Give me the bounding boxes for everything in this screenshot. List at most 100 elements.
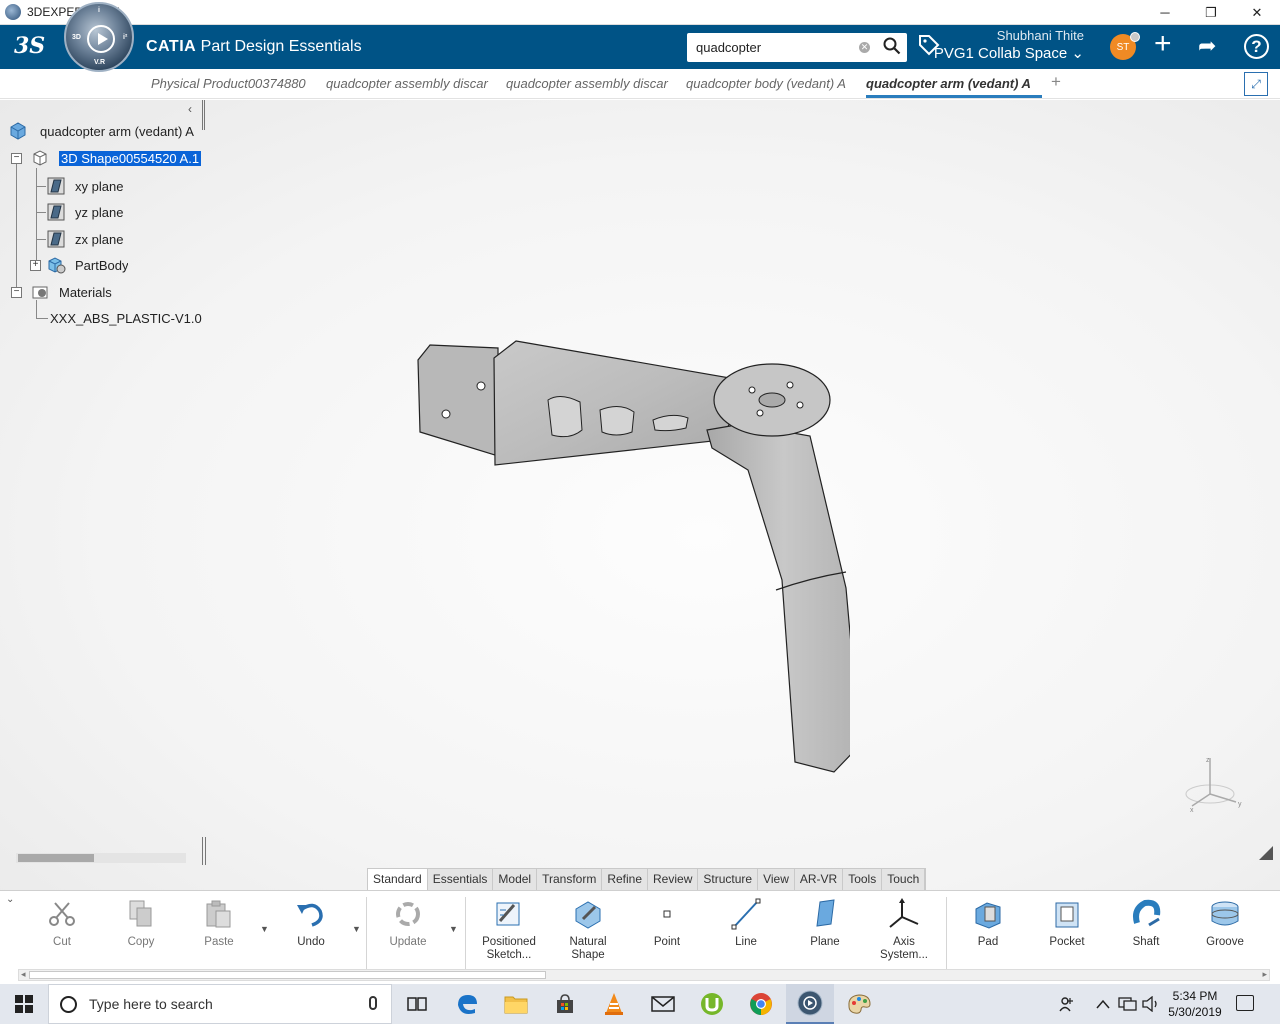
- cut-button[interactable]: Cut: [22, 897, 102, 949]
- action-center-icon[interactable]: [1236, 995, 1254, 1011]
- section-tab-structure[interactable]: Structure: [698, 869, 759, 890]
- update-dropdown-icon[interactable]: ▼: [449, 924, 458, 934]
- compass[interactable]: i 3D i² V.R: [64, 2, 134, 72]
- search-icon[interactable]: [883, 37, 901, 60]
- share-icon[interactable]: ➦: [1198, 33, 1216, 59]
- app-brand: CATIA Part Design Essentials: [146, 38, 362, 56]
- positioned-sketch-button[interactable]: Positioned Sketch...: [469, 897, 549, 962]
- expand-partbody-icon[interactable]: +: [30, 260, 41, 271]
- clear-search-icon[interactable]: ✕: [859, 42, 870, 53]
- axis-system-button[interactable]: Axis System...: [864, 897, 944, 962]
- section-tab-ar-vr[interactable]: AR-VR: [794, 869, 844, 890]
- microphone-icon[interactable]: [369, 996, 377, 1010]
- task-view-icon[interactable]: [393, 984, 441, 1024]
- network-icon[interactable]: [1118, 984, 1138, 1024]
- utorrent-icon[interactable]: [688, 984, 736, 1024]
- taskbar-clock[interactable]: 5:34 PM 5/30/2019: [1164, 988, 1226, 1020]
- resize-grip-icon[interactable]: [1258, 845, 1274, 861]
- restore-button[interactable]: ❐: [1188, 0, 1234, 25]
- tree-node-root[interactable]: quadcopter arm (vedant) A: [8, 120, 204, 142]
- section-tab-standard[interactable]: Standard: [368, 869, 428, 890]
- tree-node-xy-plane[interactable]: xy plane: [46, 175, 123, 197]
- tree-node-3d-shape[interactable]: 3D Shape00554520 A.1: [30, 147, 204, 169]
- edge-icon[interactable]: [443, 984, 491, 1024]
- tree-node-partbody[interactable]: PartBody: [46, 254, 128, 276]
- volume-icon[interactable]: [1142, 984, 1160, 1024]
- action-bar-scroll-thumb[interactable]: [29, 971, 546, 979]
- section-tab-transform[interactable]: Transform: [537, 869, 603, 890]
- natural-shape-button[interactable]: Natural Shape: [548, 897, 628, 962]
- tree-bottom-splitter[interactable]: [202, 837, 206, 865]
- update-button[interactable]: Update: [368, 897, 448, 949]
- search-input[interactable]: [696, 40, 846, 55]
- section-tab-review[interactable]: Review: [648, 869, 699, 890]
- paste-dropdown-icon[interactable]: ▼: [260, 924, 269, 934]
- tab-quadcopter-assembly-2[interactable]: quadcopter assembly discar: [506, 76, 678, 91]
- add-tab-icon[interactable]: +: [1051, 72, 1061, 92]
- close-button[interactable]: ✕: [1234, 0, 1280, 25]
- paste-button[interactable]: Paste: [179, 897, 259, 949]
- section-tab-view[interactable]: View: [758, 869, 795, 890]
- tree-node-material-item[interactable]: XXX_ABS_PLASTIC-V1.0 (: [50, 307, 202, 329]
- help-icon[interactable]: ?: [1244, 34, 1269, 59]
- taskbar-search[interactable]: Type here to search: [48, 984, 392, 1024]
- 3d-viewport[interactable]: ‹ quadcopter arm (vedant) A − 3D Shape00…: [0, 100, 1280, 890]
- pad-button[interactable]: Pad: [948, 897, 1028, 949]
- copy-button[interactable]: Copy: [101, 897, 181, 949]
- expand-materials-icon[interactable]: −: [11, 287, 22, 298]
- plane-button[interactable]: Plane: [785, 897, 865, 949]
- shaft-button[interactable]: Shaft: [1106, 897, 1186, 949]
- axis-triad[interactable]: z y x: [1180, 750, 1244, 814]
- section-tab-essentials[interactable]: Essentials: [427, 869, 494, 890]
- section-tab-touch[interactable]: Touch: [882, 869, 926, 890]
- vlc-icon[interactable]: [590, 984, 638, 1024]
- start-button[interactable]: [0, 984, 48, 1024]
- point-button[interactable]: Point: [627, 897, 707, 949]
- axis-system-line2: System...: [880, 949, 928, 961]
- user-info[interactable]: Shubhani Thite PVG1 Collab Space ⌄: [934, 28, 1084, 62]
- tab-quadcopter-body[interactable]: quadcopter body (vedant) A: [686, 76, 858, 91]
- collab-space[interactable]: PVG1 Collab Space ⌄: [934, 44, 1084, 62]
- section-tab-refine[interactable]: Refine: [602, 869, 649, 890]
- fullscreen-icon[interactable]: ⤢: [1244, 72, 1268, 96]
- scissors-icon: [49, 902, 75, 926]
- line-button[interactable]: Line: [706, 897, 786, 949]
- tree-node-materials[interactable]: Materials: [30, 281, 112, 303]
- paint-icon[interactable]: [835, 984, 883, 1024]
- pocket-label: Pocket: [1049, 936, 1085, 948]
- 3dexperience-taskbar-icon[interactable]: [786, 984, 834, 1024]
- action-bar-scrollbar[interactable]: ◂ ▸: [18, 969, 1270, 981]
- play-icon[interactable]: [87, 25, 115, 53]
- tree-node-yz-plane[interactable]: yz plane: [46, 201, 123, 223]
- people-icon[interactable]: [1058, 984, 1076, 1024]
- undo-button[interactable]: Undo: [271, 897, 351, 949]
- chrome-icon[interactable]: [737, 984, 785, 1024]
- store-icon[interactable]: [541, 984, 589, 1024]
- compass-label-bottom: V.R: [94, 59, 106, 66]
- tray-chevron-up-icon[interactable]: [1096, 984, 1110, 1024]
- scroll-left-icon[interactable]: ◂: [21, 969, 26, 980]
- quadcopter-arm-model[interactable]: [410, 335, 850, 780]
- tab-quadcopter-arm[interactable]: quadcopter arm (vedant) A: [866, 76, 1042, 98]
- expand-shape-icon[interactable]: −: [11, 153, 22, 164]
- collapse-actionbar-icon[interactable]: ⌄: [6, 894, 14, 905]
- tab-quadcopter-assembly-1[interactable]: quadcopter assembly discar: [326, 76, 498, 91]
- ds-logo[interactable]: 3S: [14, 33, 45, 59]
- collab-space-label: PVG1 Collab Space: [933, 45, 1068, 62]
- tree-horizontal-scrollbar[interactable]: [16, 853, 186, 863]
- groove-button[interactable]: Groove: [1185, 897, 1265, 949]
- tree-node-zx-plane[interactable]: zx plane: [46, 228, 123, 250]
- section-tab-tools[interactable]: Tools: [843, 869, 883, 890]
- file-explorer-icon[interactable]: [492, 984, 540, 1024]
- minimize-button[interactable]: ─: [1142, 0, 1188, 25]
- pocket-button[interactable]: Pocket: [1027, 897, 1107, 949]
- section-tab-model[interactable]: Model: [493, 869, 538, 890]
- add-icon[interactable]: +: [1154, 27, 1172, 61]
- scroll-right-icon[interactable]: ▸: [1262, 969, 1267, 980]
- tab-physical-product[interactable]: Physical Product00374880: [151, 76, 321, 91]
- undo-dropdown-icon[interactable]: ▼: [352, 924, 361, 934]
- avatar[interactable]: ST: [1110, 32, 1140, 60]
- scrollbar-thumb[interactable]: [18, 854, 94, 862]
- mail-icon[interactable]: [639, 984, 687, 1024]
- collapse-tree-icon[interactable]: ‹: [188, 102, 192, 116]
